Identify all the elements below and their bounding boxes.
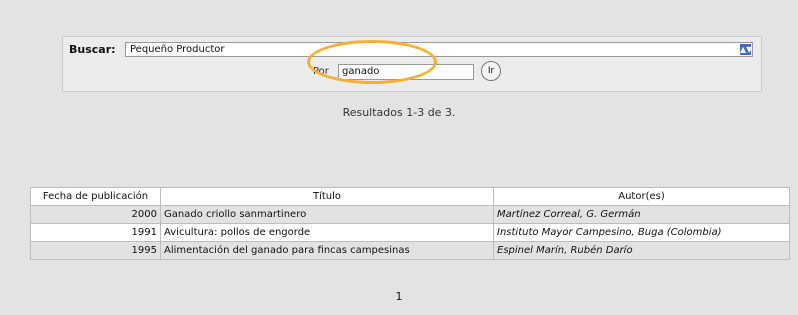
column-header-title[interactable]: Título (160, 187, 494, 206)
buscar-label: Buscar: (69, 43, 116, 56)
title-link[interactable]: Ganado criollo sanmartinero (160, 205, 494, 224)
collection-select[interactable]: Pequeño Productor ▲▼ (125, 42, 753, 57)
author-link[interactable]: Martínez Correal, G. Germán (493, 205, 790, 224)
title-link[interactable]: Alimentación del ganado para fincas camp… (160, 241, 494, 260)
column-header-author[interactable]: Autor(es) (493, 187, 790, 206)
results-table: Fecha de publicación Título Autor(es) 20… (30, 187, 790, 260)
table-header-row: Fecha de publicación Título Autor(es) (30, 187, 790, 206)
results-summary: Resultados 1-3 de 3. (342, 106, 456, 119)
table-row: 1995 Alimentación del ganado para fincas… (30, 241, 790, 260)
date-cell: 1991 (30, 223, 161, 242)
pager-page-number: 1 (395, 290, 403, 303)
title-link[interactable]: Avicultura: pollos de engorde (160, 223, 494, 242)
select-arrows-icon[interactable]: ▲▼ (740, 44, 752, 55)
date-cell: 1995 (30, 241, 161, 260)
go-button[interactable]: Ir (481, 61, 501, 81)
collection-select-value: Pequeño Productor (130, 44, 225, 55)
table-row: 1991 Avicultura: pollos de engorde Insti… (30, 223, 790, 242)
author-link[interactable]: Instituto Mayor Campesino, Buga (Colombi… (493, 223, 790, 242)
highlight-annotation (307, 40, 437, 84)
column-header-date[interactable]: Fecha de publicación (30, 187, 161, 206)
date-cell: 2000 (30, 205, 161, 224)
author-link[interactable]: Espinel Marín, Rubén Darío (493, 241, 790, 260)
table-row: 2000 Ganado criollo sanmartinero Martíne… (30, 205, 790, 224)
